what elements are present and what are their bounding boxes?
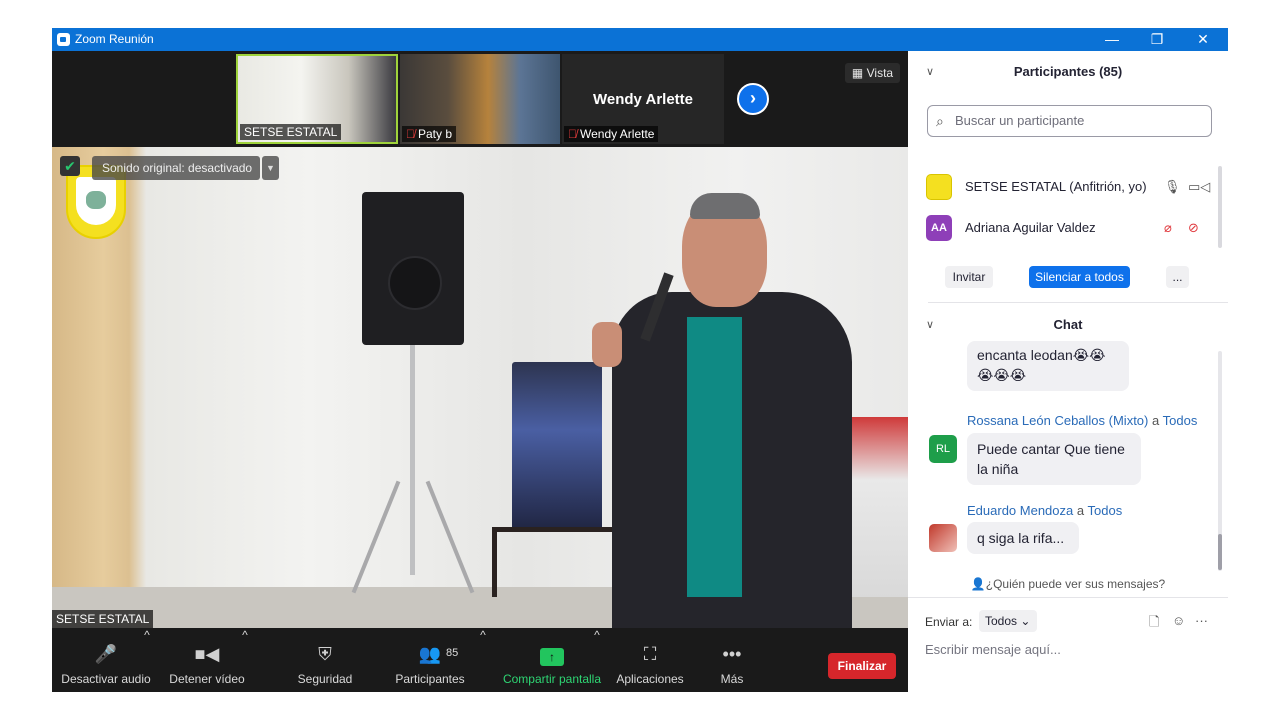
mic-muted-icon: 🎙̸	[568, 127, 577, 141]
chat-message: q siga la rifa...	[967, 522, 1079, 554]
chevron-down-icon[interactable]: ▼	[262, 156, 279, 180]
thumbnail-name: 🎙̸ Paty b	[402, 126, 457, 142]
share-screen-button[interactable]: ↑ Compartir pantalla	[500, 628, 604, 692]
audio-options-caret[interactable]: ^	[142, 628, 152, 692]
send-to-select[interactable]: Todos ⌄	[979, 610, 1037, 632]
product-boxes	[512, 362, 602, 532]
avatar: RL	[929, 435, 957, 463]
participant-thumbnail[interactable]: SETSE ESTATAL	[236, 54, 398, 144]
search-icon: ⌕	[936, 113, 944, 129]
emoji-icon[interactable]: ☺	[1172, 613, 1185, 628]
side-panel: ∨ Participantes (85) ⌕ Buscar un partici…	[908, 51, 1228, 692]
participants-more-button[interactable]: ...	[1166, 266, 1189, 288]
share-arrow-icon: ↑	[540, 648, 564, 666]
chat-scrollbar[interactable]	[1218, 351, 1222, 571]
speaker-person	[592, 193, 852, 628]
participants-scrollbar[interactable]	[1218, 166, 1222, 248]
participant-thumbnail[interactable]: 🎙̸ Paty b	[400, 54, 560, 144]
video-off-icon[interactable]: ⊘	[1188, 213, 1199, 243]
microphone-icon: 🎤	[94, 644, 118, 664]
file-icon[interactable]: 🗋	[1149, 613, 1159, 635]
chat-header: ∨ Chat	[908, 305, 1228, 345]
window-title: Zoom Reunión	[75, 32, 154, 46]
video-options-caret[interactable]: ^	[240, 628, 250, 692]
participant-row[interactable]: SETSE ESTATAL (Anfitrión, yo) 🎙 ▭◁	[926, 172, 1216, 202]
send-to-label: Enviar a:	[925, 615, 973, 629]
main-speaker-name: SETSE ESTATAL	[52, 610, 154, 628]
stop-video-button[interactable]: ■◀ Detener vídeo	[164, 628, 250, 692]
mute-all-button[interactable]: Silenciar a todos	[1029, 266, 1130, 288]
video-camera-icon[interactable]: ▭◁	[1188, 172, 1210, 202]
participants-button[interactable]: 👥 85 Participantes	[392, 628, 468, 692]
next-page-button[interactable]: ›	[737, 83, 769, 115]
mic-muted-icon: 🎙̸	[406, 127, 415, 141]
chat-message: encanta leodan😭😭 😭😭😭	[967, 341, 1129, 391]
close-button[interactable]: ✕	[1188, 29, 1218, 49]
zoom-logo-icon	[57, 33, 70, 46]
chevron-down-icon[interactable]: ∨	[926, 52, 934, 92]
invite-button[interactable]: Invitar	[945, 266, 993, 288]
chat-sender: Rossana León Ceballos (Mixto) a Todos	[967, 413, 1198, 428]
shield-icon: ⛨	[318, 644, 332, 664]
meeting-toolbar: 🎤 Desactivar audio ^ ■◀ Detener vídeo ^ …	[52, 628, 908, 692]
participant-thumbnail[interactable]: Wendy Arlette 🎙̸ Wendy Arlette	[562, 54, 724, 144]
chat-message: Puede cantar Que tiene la niña	[967, 433, 1141, 485]
main-video: ✔ Sonido original: desactivado ▼ SETSE E…	[52, 147, 908, 628]
avatar	[926, 174, 952, 200]
mute-audio-button[interactable]: 🎤 Desactivar audio	[60, 628, 152, 692]
participant-search-input[interactable]: ⌕ Buscar un participante	[927, 105, 1212, 137]
grid-icon: ▦	[851, 66, 864, 80]
participants-options-caret[interactable]: ^	[478, 628, 488, 692]
shield-icon[interactable]: ✔	[60, 156, 80, 176]
thumbnail-name: 🎙̸ Wendy Arlette	[564, 126, 659, 142]
restore-button[interactable]: ❐	[1142, 29, 1172, 49]
security-button[interactable]: ⛨ Seguridad	[290, 628, 360, 692]
participant-name-large: Wendy Arlette	[592, 91, 694, 108]
who-can-see-link[interactable]: 👤¿Quién puede ver sus mensajes?	[908, 577, 1228, 591]
avatar: AA	[926, 215, 952, 241]
more-dots-icon[interactable]: ···	[1195, 613, 1208, 628]
person-lock-icon: 👤	[970, 577, 986, 591]
speaker-box	[362, 192, 464, 345]
zoom-window: Zoom Reunión — ❐ ✕ SETSE ESTATAL 🎙̸ Paty …	[52, 28, 1228, 692]
video-camera-icon: ■◀	[194, 644, 220, 664]
video-area: SETSE ESTATAL 🎙̸ Paty b Wendy Arlette 🎙̸ W…	[52, 51, 908, 628]
chevron-down-icon[interactable]: ∨	[926, 305, 934, 345]
avatar	[929, 524, 957, 552]
participant-row[interactable]: AA Adriana Aguilar Valdez ⌀ ⊘	[926, 213, 1216, 243]
share-options-caret[interactable]: ^	[592, 628, 602, 692]
end-meeting-button[interactable]: Finalizar	[828, 653, 896, 679]
microphone-muted-icon[interactable]: ⌀	[1164, 213, 1172, 243]
apps-button[interactable]: ⛶ Aplicaciones	[614, 628, 686, 692]
participants-header: ∨ Participantes (85)	[908, 52, 1228, 92]
apps-icon: ⛶	[643, 644, 657, 664]
original-sound-toggle[interactable]: Sonido original: desactivado	[92, 156, 260, 180]
participants-count: 85	[446, 647, 459, 659]
thumbnail-name: SETSE ESTATAL	[240, 124, 342, 140]
thumbnail-strip: SETSE ESTATAL 🎙̸ Paty b Wendy Arlette 🎙̸ W…	[52, 51, 908, 147]
view-button[interactable]: ▦ Vista	[845, 63, 900, 83]
chat-message-input[interactable]: Escribir mensaje aquí...	[925, 642, 1061, 657]
more-button[interactable]: ••• Más	[712, 628, 752, 692]
chevron-down-icon: ⌄	[1020, 614, 1031, 628]
minimize-button[interactable]: —	[1097, 29, 1127, 49]
more-dots-icon: •••	[722, 644, 742, 664]
chat-sender: Eduardo Mendoza a Todos	[967, 503, 1123, 518]
microphone-icon[interactable]: 🎙	[1164, 172, 1181, 202]
title-bar: Zoom Reunión — ❐ ✕	[52, 28, 1228, 51]
